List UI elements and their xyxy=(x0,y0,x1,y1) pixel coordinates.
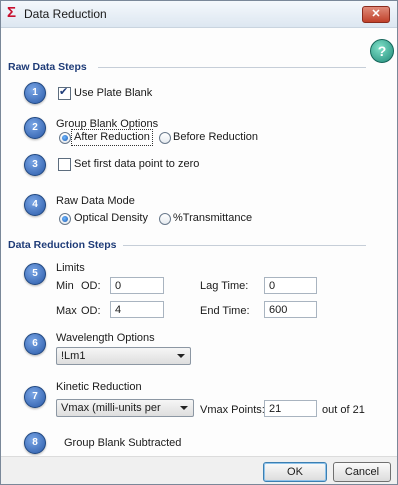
vmax-points-label: Vmax Points: xyxy=(200,404,265,416)
wavelength-select-value: !Lm1 xyxy=(61,350,86,362)
min-od-label: OD: xyxy=(81,280,101,292)
kinetic-reduction-select[interactable]: Vmax (milli-units per xyxy=(56,399,194,417)
end-time-input[interactable]: 600 xyxy=(264,301,317,318)
step-badge-1: 1 xyxy=(24,82,46,104)
window-title: Data Reduction xyxy=(24,7,107,21)
kinetic-reduction-label: Kinetic Reduction xyxy=(56,381,142,393)
transmittance-radio[interactable] xyxy=(159,213,171,225)
data-reduction-dialog: Σ Data Reduction ✕ ? Raw Data Steps 1 Us… xyxy=(0,0,398,485)
group-blank-subtracted-label: Group Blank Subtracted xyxy=(64,437,182,449)
step-badge-6: 6 xyxy=(24,333,46,355)
before-reduction-radio[interactable] xyxy=(159,132,171,144)
use-plate-blank-label: Use Plate Blank xyxy=(74,87,153,99)
step-badge-5: 5 xyxy=(24,263,46,285)
optical-density-label[interactable]: Optical Density xyxy=(74,212,148,224)
max-od-label: OD: xyxy=(81,305,101,317)
dialog-footer: OK Cancel xyxy=(1,456,397,484)
min-od-input[interactable]: 0 xyxy=(110,277,164,294)
set-first-point-zero-checkbox[interactable] xyxy=(58,158,71,171)
after-reduction-label[interactable]: After Reduction xyxy=(74,131,150,143)
after-reduction-radio[interactable] xyxy=(59,132,71,144)
wavelength-select[interactable]: !Lm1 xyxy=(56,347,191,365)
max-label: Max xyxy=(56,305,77,317)
use-plate-blank-checkbox[interactable] xyxy=(58,85,71,100)
close-button[interactable]: ✕ xyxy=(362,6,390,23)
ok-button[interactable]: OK xyxy=(263,462,327,482)
chevron-down-icon xyxy=(177,354,185,358)
lag-time-label: Lag Time: xyxy=(200,280,249,292)
cancel-button[interactable]: Cancel xyxy=(333,462,391,482)
section-divider xyxy=(98,67,366,68)
max-od-input[interactable]: 4 xyxy=(110,301,164,318)
kinetic-reduction-select-value: Vmax (milli-units per xyxy=(61,402,161,414)
step-badge-8: 8 xyxy=(24,432,46,454)
optical-density-radio[interactable] xyxy=(59,213,71,225)
raw-data-mode-label: Raw Data Mode xyxy=(56,195,135,207)
end-time-label: End Time: xyxy=(200,305,250,317)
section-raw-data-steps: Raw Data Steps xyxy=(8,61,87,73)
section-data-reduction-steps: Data Reduction Steps xyxy=(8,239,117,251)
help-icon[interactable]: ? xyxy=(370,39,394,63)
section-divider xyxy=(123,245,366,246)
step-badge-4: 4 xyxy=(24,194,46,216)
vmax-points-input[interactable]: 21 xyxy=(264,400,317,417)
chevron-down-icon xyxy=(180,406,188,410)
vmax-points-total: out of 21 xyxy=(322,404,365,416)
sigma-icon: Σ xyxy=(7,4,17,21)
set-first-point-zero-label: Set first data point to zero xyxy=(74,158,200,170)
step-badge-2: 2 xyxy=(24,117,46,139)
before-reduction-label[interactable]: Before Reduction xyxy=(173,131,258,143)
lag-time-input[interactable]: 0 xyxy=(264,277,317,294)
transmittance-label[interactable]: %Transmittance xyxy=(173,212,252,224)
step-badge-7: 7 xyxy=(24,386,46,408)
min-label: Min xyxy=(56,280,74,292)
step-badge-3: 3 xyxy=(24,154,46,176)
title-bar: Σ Data Reduction ✕ xyxy=(1,1,397,28)
limits-label: Limits xyxy=(56,262,85,274)
wavelength-options-label: Wavelength Options xyxy=(56,332,155,344)
